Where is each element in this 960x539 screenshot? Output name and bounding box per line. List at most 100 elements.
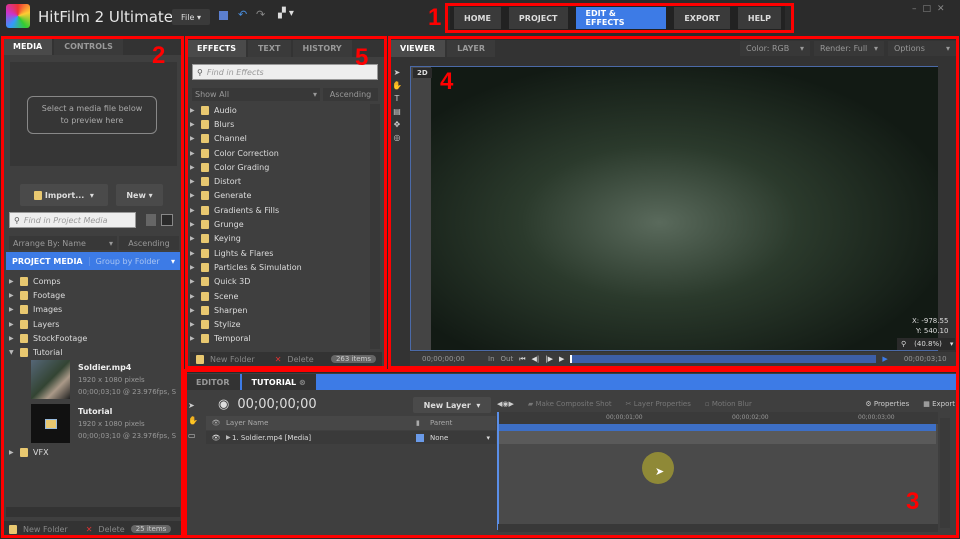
mask-tool-icon[interactable]: ▤: [391, 105, 403, 118]
effect-category[interactable]: ▶ Quick 3D: [190, 275, 370, 289]
effect-category[interactable]: ▶ Gradients & Fills: [190, 203, 370, 217]
effect-category[interactable]: ▶ Keying: [190, 232, 370, 246]
media-item-soldier[interactable]: Soldier.mp4 1920 x 1080 pixels 00;00;03;…: [78, 362, 178, 398]
expand-icon[interactable]: ▶: [190, 221, 196, 228]
delete-button[interactable]: Delete: [287, 355, 313, 364]
tab-tutorial[interactable]: TUTORIAL ⊗: [241, 374, 316, 390]
new-folder-button[interactable]: New Folder: [23, 525, 68, 534]
expand-icon[interactable]: ▶: [190, 135, 196, 142]
layer-track[interactable]: [498, 431, 936, 444]
folder-vfx[interactable]: ▶ VFX: [9, 445, 49, 459]
list-view-icon[interactable]: [146, 214, 156, 226]
effect-category[interactable]: ▶ Color Grading: [190, 160, 370, 174]
expand-icon[interactable]: ▶: [190, 178, 196, 185]
nav-home[interactable]: HOME: [454, 7, 501, 29]
tab-media[interactable]: MEDIA: [3, 38, 53, 55]
new-folder-button[interactable]: New Folder: [210, 355, 255, 364]
step-back-icon[interactable]: ◀|: [532, 355, 540, 363]
keyframe-nav-icon[interactable]: ◀◉▶: [497, 400, 514, 408]
group-by-dropdown[interactable]: Group by Folder: [88, 256, 171, 266]
play-icon[interactable]: ▶: [559, 355, 564, 363]
export-button[interactable]: ▦ Export: [923, 400, 955, 408]
folder-layers[interactable]: ▶ Layers: [9, 317, 179, 331]
close-tab-icon[interactable]: ⊗: [299, 378, 306, 387]
expand-icon[interactable]: ▶: [190, 264, 196, 271]
properties-button[interactable]: ⚙ Properties: [865, 400, 909, 408]
render-dropdown[interactable]: Render: Full ▾: [814, 41, 884, 56]
effect-category[interactable]: ▶ Audio: [190, 103, 370, 117]
effects-scrollbar[interactable]: [370, 104, 380, 349]
loop-icon[interactable]: ▶: [882, 355, 887, 363]
motion-blur-button[interactable]: ▫ Motion Blur: [705, 400, 752, 408]
options-dropdown[interactable]: Options ▾: [888, 41, 956, 56]
folder-comps[interactable]: ▶ Comps: [9, 274, 179, 288]
workspace-icon[interactable]: ▞ ▾: [278, 8, 294, 19]
folder-stockfootage[interactable]: ▶ StockFootage: [9, 331, 179, 345]
expand-icon[interactable]: ▶: [190, 207, 196, 214]
playhead[interactable]: [497, 412, 499, 530]
folder-footage[interactable]: ▶ Footage: [9, 288, 179, 302]
expand-icon[interactable]: ▶: [190, 278, 196, 285]
playback-scrubber[interactable]: [570, 355, 877, 363]
expand-icon[interactable]: ▶: [190, 293, 196, 300]
transform-tool-icon[interactable]: ✥: [391, 118, 403, 131]
effects-search-input[interactable]: ⚲ Find in Effects: [192, 64, 378, 80]
work-area-bar[interactable]: [498, 424, 936, 431]
expand-icon[interactable]: ▶: [190, 121, 196, 128]
new-layer-button[interactable]: New Layer ▾: [413, 397, 491, 413]
effect-category[interactable]: ▶ Blurs: [190, 117, 370, 131]
expand-icon[interactable]: ▶: [190, 150, 196, 157]
tab-text[interactable]: TEXT: [247, 40, 291, 57]
effect-category[interactable]: ▶ Lights & Flares: [190, 246, 370, 260]
make-composite-button[interactable]: ▰ Make Composite Shot: [528, 400, 612, 408]
layer-properties-button[interactable]: ✂ Layer Properties: [626, 400, 691, 408]
new-button[interactable]: New ▾: [116, 184, 163, 206]
orbit-tool-icon[interactable]: ◎: [391, 131, 403, 144]
timeline-timecode[interactable]: ◉ 00;00;00;00: [218, 397, 317, 412]
folder-tutorial[interactable]: ▼ Tutorial: [9, 345, 179, 359]
file-menu[interactable]: File ▾: [172, 9, 210, 25]
media-horizontal-scrollbar[interactable]: [6, 507, 180, 517]
effect-category[interactable]: ▶ Particles & Simulation: [190, 260, 370, 274]
tab-editor[interactable]: EDITOR: [186, 374, 240, 390]
effects-filter-dropdown[interactable]: Show All ▾: [192, 88, 320, 101]
window-controls[interactable]: –□✕: [912, 4, 951, 14]
grid-view-icon[interactable]: [161, 214, 173, 226]
save-icon[interactable]: [219, 11, 228, 20]
arrange-dropdown[interactable]: Arrange By: Name ▾: [9, 236, 117, 250]
tutorial-thumbnail[interactable]: [31, 404, 70, 443]
set-out-button[interactable]: Out: [501, 355, 514, 363]
import-button[interactable]: Import... ▾: [20, 184, 108, 206]
layer-color-swatch[interactable]: [416, 433, 424, 442]
parent-dropdown[interactable]: None ▾: [430, 434, 490, 442]
layer-row[interactable]: 👁 ▶ 1. Soldier.mp4 [Media] None ▾: [206, 431, 496, 444]
undo-icon[interactable]: ↶: [238, 8, 247, 21]
select-tool-icon[interactable]: ➤: [391, 66, 403, 79]
effect-category[interactable]: ▶ Sharpen: [190, 303, 370, 317]
hand-tool-icon[interactable]: ✋: [188, 413, 198, 428]
color-dropdown[interactable]: Color: RGB ▾: [740, 41, 810, 56]
media-item-tutorial[interactable]: Tutorial 1920 x 1080 pixels 00;00;03;10 …: [78, 406, 178, 442]
expand-icon[interactable]: ▶: [190, 307, 196, 314]
zoom-dropdown[interactable]: ⚲ (40.8%) ▾: [897, 338, 955, 350]
video-frame[interactable]: [431, 67, 938, 350]
tab-controls[interactable]: CONTROLS: [54, 38, 123, 55]
hand-tool-icon[interactable]: ✋: [391, 79, 403, 92]
expand-icon[interactable]: ▶: [190, 235, 196, 242]
effect-category[interactable]: ▶ Channel: [190, 132, 370, 146]
effect-category[interactable]: ▶ Scene: [190, 289, 370, 303]
expand-icon[interactable]: ▶: [190, 107, 196, 114]
timeline-vertical-scrollbar[interactable]: [940, 418, 950, 528]
effect-category[interactable]: ▶ Distort: [190, 174, 370, 188]
visibility-toggle-icon[interactable]: 👁: [206, 434, 226, 442]
effect-category[interactable]: ▶ Color Correction: [190, 146, 370, 160]
delete-button[interactable]: Delete: [98, 525, 124, 534]
expand-icon[interactable]: ▶: [190, 192, 196, 199]
text-tool-icon[interactable]: T: [391, 92, 403, 105]
expand-icon[interactable]: ▶: [190, 335, 196, 342]
expand-icon[interactable]: ▶: [190, 250, 196, 257]
effect-category[interactable]: ▶ Grunge: [190, 217, 370, 231]
nav-project[interactable]: PROJECT: [508, 7, 568, 29]
tab-viewer[interactable]: VIEWER: [390, 40, 446, 57]
go-start-icon[interactable]: ⏮: [519, 355, 525, 364]
